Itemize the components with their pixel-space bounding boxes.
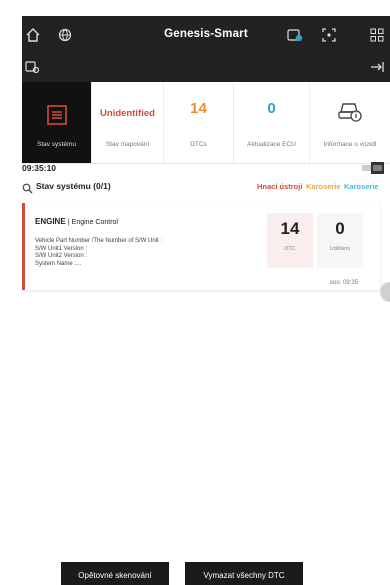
status-tabs: Stav systému Unidentified Stav mapování … — [22, 82, 390, 164]
tab-caption: Informace o vozidl — [323, 141, 377, 148]
tab-caption: DTCs — [190, 141, 207, 148]
ecu-info-line: Vehicle Part Number /The Number of S/W U… — [35, 238, 163, 244]
ecu-erased-count: 0 — [335, 219, 345, 238]
search-icon[interactable] — [22, 181, 33, 194]
ecu-erased-caption: Uděláno — [329, 246, 351, 252]
tab-caption: Stav mapování — [105, 141, 150, 148]
rescan-button[interactable]: Opětovné skenování — [61, 562, 169, 585]
tab-caption: Aktualizace ECU — [247, 141, 296, 148]
vci-connection-icon[interactable] — [286, 26, 304, 44]
tab-caption: Stav systému — [36, 141, 76, 148]
vehicle-info-icon — [336, 98, 364, 129]
top-bar: Genesis-Smart — [22, 16, 390, 82]
ecu-info-line: System Name :... — [35, 260, 82, 267]
ecu-timestamp: ooo. 09:35 — [329, 280, 358, 286]
ecu-name: ENGINE — [35, 217, 66, 226]
scan-time: 09:35:10 — [22, 163, 57, 173]
filter-powertrain[interactable]: Hnací ústrojí — [257, 182, 302, 191]
tab-vehicle-info[interactable]: Informace o vozidl — [310, 82, 390, 163]
screenshot-icon[interactable] — [320, 26, 338, 44]
dtc-count-box[interactable]: 14 DTC — [267, 213, 313, 268]
ecu-card[interactable]: ENGINE | Engine Control Vehicle Part Num… — [22, 203, 380, 290]
tab-system-status[interactable]: Stav systému — [22, 82, 92, 163]
filter-body[interactable]: Karoserie — [306, 182, 341, 191]
ecu-update-count: 0 — [267, 100, 276, 117]
view-toggle-icon[interactable] — [362, 161, 384, 174]
tab-mapping-status[interactable]: Unidentified Stav mapování — [92, 82, 164, 163]
ecu-title: ENGINE | Engine Control — [35, 217, 118, 226]
ecu-info-line: S/W Unit2 Version : — [35, 253, 88, 259]
ecu-info-line: S/W Unit1 Version : — [35, 245, 88, 252]
ecu-system: Engine Control — [71, 219, 118, 226]
filter-row: Stav systému (0/1) Hnací ústrojí Karoser… — [22, 181, 390, 197]
clear-all-dtc-button[interactable]: Vymazat všechny DTC — [185, 562, 303, 585]
erased-count-box[interactable]: 0 Uděláno — [317, 213, 363, 268]
ecu-dtc-caption: DTC — [284, 246, 296, 252]
side-drawer-handle[interactable] — [380, 282, 390, 302]
system-status-icon — [46, 104, 68, 131]
grid-menu-icon[interactable] — [368, 26, 386, 44]
exit-icon[interactable] — [368, 58, 386, 76]
ecu-info: Vehicle Part Number /The Number of S/W U… — [35, 238, 265, 268]
ecu-dtc-count: 14 — [280, 219, 300, 238]
app-screen: Genesis-Smart Stav systému Unidentified … — [22, 16, 390, 585]
vehicle-link-icon[interactable] — [24, 58, 42, 76]
tab-ecu-update[interactable]: 0 Aktualizace ECU — [234, 82, 310, 163]
system-status-label: Stav systému (0/1) — [36, 181, 111, 191]
tab-dtcs[interactable]: 14 DTCs — [164, 82, 234, 163]
mapping-status-value: Unidentified — [100, 108, 155, 119]
dtc-count: 14 — [190, 100, 207, 117]
filter-chassis[interactable]: Karoserie — [344, 182, 379, 191]
